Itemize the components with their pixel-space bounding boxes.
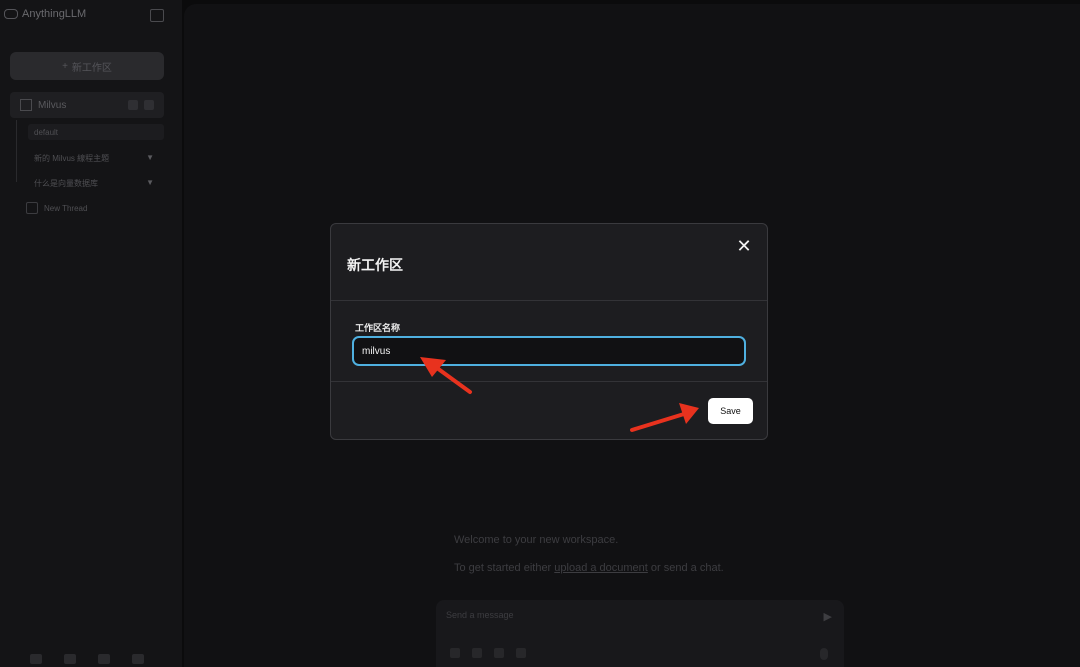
docs-icon[interactable] — [64, 654, 76, 664]
chat-tools — [450, 648, 526, 658]
workspace-name-label: 工作区名称 — [355, 323, 401, 333]
slash-command-icon[interactable] — [472, 648, 482, 658]
sidebar-toggle-icon[interactable] — [150, 9, 164, 22]
plus-square-icon — [26, 202, 38, 214]
thread-options-icon[interactable]: ▼ — [146, 153, 154, 164]
welcome-prefix: To get started either — [454, 562, 555, 574]
workspace-icon — [20, 99, 32, 111]
thread-label: default — [34, 127, 59, 137]
send-icon[interactable]: ▶ — [824, 610, 832, 623]
thread-tree-line — [16, 120, 17, 182]
welcome-instructions: To get started either upload a document … — [454, 562, 724, 574]
workspace-name: Milvus — [38, 99, 67, 111]
workspace-item[interactable]: Milvus — [10, 92, 164, 118]
new-thread-label: New Thread — [44, 203, 88, 213]
settings-wrench-icon[interactable] — [132, 654, 144, 664]
new-workspace-button[interactable]: + 新工作区 — [10, 52, 164, 80]
welcome-suffix: or send a chat. — [647, 562, 724, 574]
thread-label: 新的 Milvus 線程主題 — [34, 154, 110, 163]
message-placeholder: Send a message — [446, 610, 514, 620]
logo-icon — [4, 9, 18, 19]
thread-item[interactable]: 新的 Milvus 線程主題 ▼ — [34, 153, 164, 164]
thread-item[interactable]: default — [28, 124, 164, 140]
attach-icon[interactable] — [450, 648, 460, 658]
github-icon[interactable] — [30, 654, 42, 664]
thread-options-icon[interactable]: ▼ — [146, 178, 154, 189]
discord-icon[interactable] — [98, 654, 110, 664]
upload-document-link[interactable]: upload a document — [554, 562, 648, 574]
brand: AnythingLLM — [4, 8, 86, 20]
close-icon[interactable]: ✕ — [733, 235, 755, 257]
chat-input-box[interactable]: Send a message ▶ — [436, 600, 844, 667]
welcome-message: Welcome to your new workspace. — [454, 534, 619, 546]
workspace-name-input[interactable] — [352, 336, 746, 366]
header-divider — [331, 300, 767, 301]
text-size-icon[interactable] — [516, 648, 526, 658]
new-workspace-label: 新工作区 — [71, 62, 112, 74]
new-thread-button[interactable]: New Thread — [26, 202, 87, 214]
agent-icon[interactable] — [494, 648, 504, 658]
sidebar-footer — [30, 654, 144, 664]
microphone-icon[interactable] — [820, 648, 828, 660]
settings-icon[interactable] — [144, 100, 154, 110]
sidebar: AnythingLLM + 新工作区 Milvus default 新的 Mil… — [0, 0, 182, 667]
thread-item[interactable]: 什么是向量数据库 ▼ — [34, 178, 164, 189]
plus-icon: + — [62, 60, 68, 72]
modal-title: 新工作区 — [347, 257, 403, 273]
upload-icon[interactable] — [128, 100, 138, 110]
save-button[interactable]: Save — [708, 398, 753, 424]
brand-name: AnythingLLM — [22, 8, 87, 20]
thread-label: 什么是向量数据库 — [34, 179, 98, 188]
new-workspace-modal: 新工作区 ✕ 工作区名称 Save — [330, 223, 768, 440]
footer-divider — [331, 381, 767, 382]
